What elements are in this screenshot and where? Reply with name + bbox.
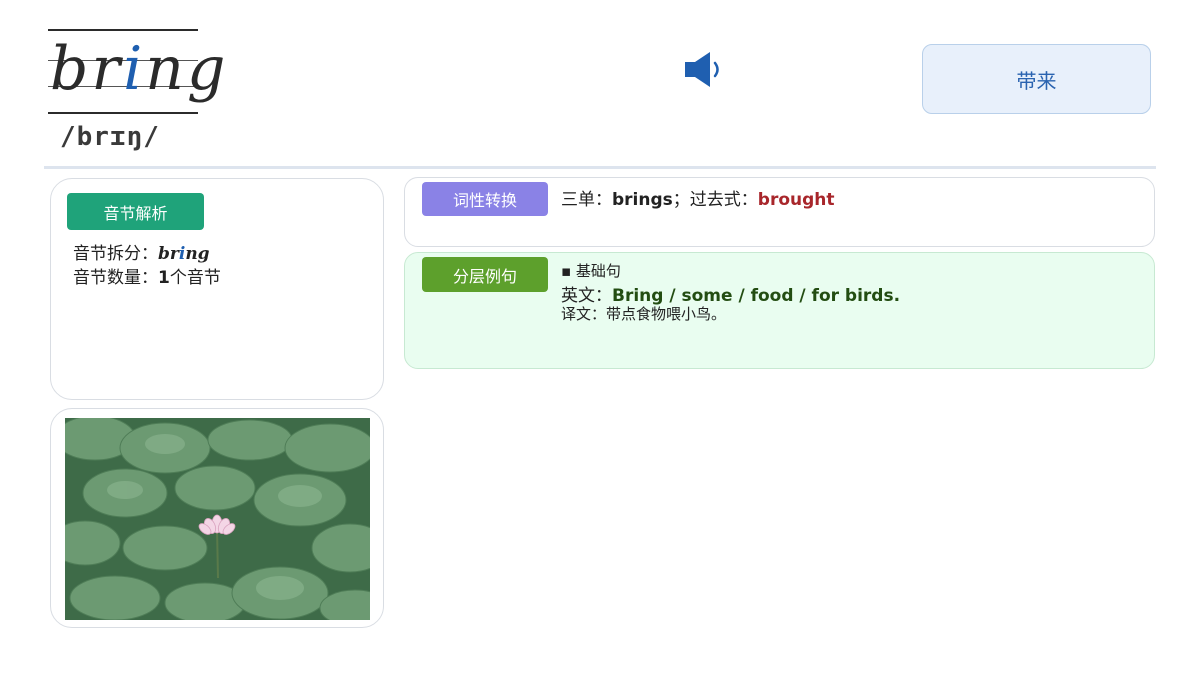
meaning-button[interactable]: 带来	[922, 44, 1151, 114]
example-translation: 译文：带点食物喂小鸟。	[561, 305, 727, 323]
headword-highlight: i	[123, 34, 146, 104]
guide-line-top	[48, 29, 198, 31]
syllable-split: 音节拆分：bring	[73, 244, 210, 264]
phonetic: /brɪŋ/	[60, 122, 160, 152]
third-person-form: brings	[612, 190, 673, 210]
word-display: bring	[48, 26, 225, 118]
examples-card: 分层例句 ▪ 基础句 英文：Bring / some / food / for …	[404, 252, 1155, 369]
syllable-card: 音节解析 音节拆分：bring 音节数量：1个音节	[50, 178, 384, 400]
headword: bring	[50, 34, 229, 104]
guide-line-bottom	[48, 112, 198, 114]
pos-card: 词性转换 三单：brings；过去式：brought	[404, 177, 1155, 247]
syllable-count: 音节数量：1个音节	[73, 268, 221, 288]
lotus-pond-photo	[65, 418, 370, 620]
example-level: ▪ 基础句	[561, 262, 621, 280]
header-divider	[44, 166, 1156, 169]
image-card	[50, 408, 384, 628]
speaker-icon[interactable]	[682, 50, 728, 90]
syllable-tag: 音节解析	[67, 193, 204, 230]
examples-tag: 分层例句	[422, 257, 548, 292]
pos-tag: 词性转换	[422, 182, 548, 216]
pos-forms: 三单：brings；过去式：brought	[561, 190, 835, 210]
past-tense-form: brought	[757, 190, 835, 210]
